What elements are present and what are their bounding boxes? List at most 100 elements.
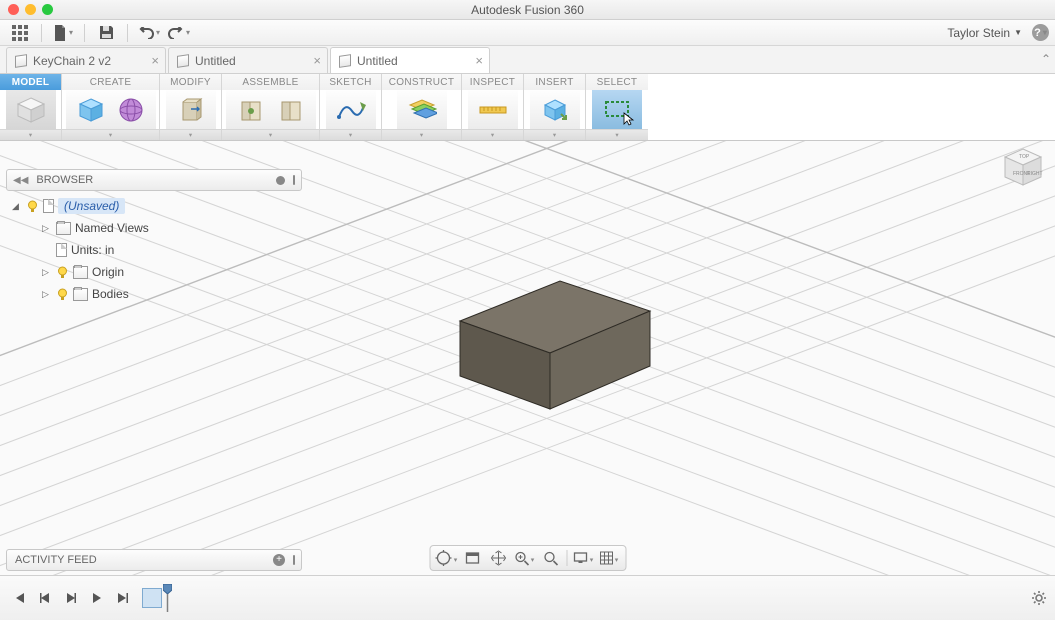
grid-settings-button[interactable] <box>597 547 621 569</box>
close-tab-button[interactable]: × <box>313 53 321 68</box>
tree-root[interactable]: ◢ (Unsaved) <box>12 195 302 217</box>
tree-item-origin[interactable]: ▷ Origin <box>12 261 302 283</box>
group-dropdown[interactable] <box>222 129 319 140</box>
pan-button[interactable] <box>486 547 510 569</box>
expand-icon[interactable]: ▷ <box>42 267 52 278</box>
zoom-button[interactable] <box>512 547 536 569</box>
bulb-icon[interactable] <box>56 288 69 301</box>
undo-button[interactable] <box>135 22 163 44</box>
group-dropdown[interactable] <box>586 129 648 140</box>
activity-feed-panel[interactable]: ACTIVITY FEED + <box>6 549 302 571</box>
component-icon <box>43 199 54 213</box>
workspace-label: MODEL <box>0 74 61 90</box>
group-dropdown[interactable] <box>62 129 159 140</box>
group-dropdown[interactable] <box>160 129 221 140</box>
press-pull-icon[interactable] <box>174 95 208 125</box>
timeline-settings-button[interactable] <box>1031 590 1047 606</box>
quick-access-toolbar: Taylor Stein▼ ? <box>0 20 1055 46</box>
group-dropdown[interactable] <box>462 129 523 140</box>
document-icon <box>56 243 67 257</box>
close-tab-button[interactable]: × <box>151 53 159 68</box>
expand-icon[interactable]: ▷ <box>42 289 52 300</box>
viewport[interactable]: FRONT RIGHT TOP ◀◀ BROWSER ◢ (Unsaved) ▷… <box>0 141 1055 575</box>
folder-icon <box>73 266 88 279</box>
view-cube[interactable]: FRONT RIGHT TOP <box>999 143 1047 191</box>
timeline-end-button[interactable] <box>112 584 134 612</box>
timeline-start-button[interactable] <box>8 584 30 612</box>
insert-derive-icon[interactable] <box>538 95 572 125</box>
document-tab-active[interactable]: Untitled × <box>330 47 490 73</box>
timeline-step-back-button[interactable] <box>34 584 56 612</box>
orbit-button[interactable] <box>434 547 458 569</box>
collapse-icon[interactable]: ◢ <box>12 201 22 212</box>
group-dropdown[interactable] <box>524 129 585 140</box>
document-tabs: KeyChain 2 v2 × Untitled × Untitled × ⌃ <box>0 46 1055 74</box>
workspace-selector[interactable]: MODEL <box>0 74 62 140</box>
group-label: INSPECT <box>462 74 523 90</box>
tab-label: Untitled <box>195 54 236 68</box>
joint-icon[interactable] <box>234 95 268 125</box>
help-button[interactable]: ? <box>1032 24 1049 41</box>
close-tab-button[interactable]: × <box>475 53 483 68</box>
redo-button[interactable] <box>165 22 193 44</box>
bulb-icon[interactable] <box>56 266 69 279</box>
ribbon-group-select: SELECT <box>586 74 648 140</box>
fit-button[interactable] <box>538 547 562 569</box>
expand-icon[interactable]: ▷ <box>42 223 52 234</box>
pin-icon[interactable] <box>293 175 295 185</box>
group-dropdown[interactable] <box>382 129 461 140</box>
app-title: Autodesk Fusion 360 <box>0 3 1055 17</box>
model-body-box[interactable] <box>440 251 670 421</box>
file-menu-button[interactable] <box>49 22 77 44</box>
select-window-icon[interactable] <box>600 95 634 125</box>
window-close-button[interactable] <box>8 4 19 15</box>
svg-text:RIGHT: RIGHT <box>1027 171 1043 177</box>
group-label: INSERT <box>524 74 585 90</box>
group-dropdown[interactable] <box>320 129 381 140</box>
bulb-icon[interactable] <box>26 200 39 213</box>
group-label: MODIFY <box>160 74 221 90</box>
window-controls <box>8 4 53 15</box>
timeline-play-button[interactable] <box>86 584 108 612</box>
as-built-joint-icon[interactable] <box>274 95 308 125</box>
window-maximize-button[interactable] <box>42 4 53 15</box>
timeline-marker[interactable] <box>163 584 172 612</box>
ribbon-group-create: CREATE <box>62 74 160 140</box>
save-button[interactable] <box>92 22 120 44</box>
expand-tabs-button[interactable]: ⌃ <box>1041 52 1051 66</box>
group-dropdown[interactable] <box>0 129 61 140</box>
tree-label: Bodies <box>92 287 129 301</box>
group-label: SELECT <box>586 74 648 90</box>
construction-plane-icon[interactable] <box>405 95 439 125</box>
tree-label: Origin <box>92 265 124 279</box>
tab-label: Untitled <box>357 54 398 68</box>
timeline-step-forward-button[interactable] <box>60 584 82 612</box>
tree-item-units[interactable]: Units: in <box>12 239 302 261</box>
tab-label: KeyChain 2 v2 <box>33 54 111 68</box>
browser-options-icon[interactable] <box>276 176 285 185</box>
add-icon[interactable]: + <box>273 554 285 566</box>
display-settings-button[interactable] <box>571 547 595 569</box>
ribbon-group-construct: CONSTRUCT <box>382 74 462 140</box>
workspace-cube-icon <box>14 95 48 125</box>
pin-icon[interactable] <box>293 555 295 565</box>
document-tab[interactable]: Untitled × <box>168 47 328 73</box>
look-at-button[interactable] <box>460 547 484 569</box>
box-primitive-icon[interactable] <box>74 95 108 125</box>
ribbon-group-sketch: SKETCH <box>320 74 382 140</box>
sphere-primitive-icon[interactable] <box>114 95 148 125</box>
user-menu[interactable]: Taylor Stein▼ <box>947 26 1022 40</box>
collapse-left-icon[interactable]: ◀◀ <box>13 175 28 186</box>
measure-icon[interactable] <box>476 95 510 125</box>
timeline-feature-box[interactable] <box>142 588 162 608</box>
window-minimize-button[interactable] <box>25 4 36 15</box>
browser-header[interactable]: ◀◀ BROWSER <box>6 169 302 191</box>
document-tab[interactable]: KeyChain 2 v2 × <box>6 47 166 73</box>
data-panel-button[interactable] <box>6 22 34 44</box>
sketch-spline-icon[interactable] <box>334 95 368 125</box>
tree-item-named-views[interactable]: ▷ Named Views <box>12 217 302 239</box>
browser-tree: ◢ (Unsaved) ▷ Named Views Units: in ▷ Or… <box>6 191 302 305</box>
tree-item-bodies[interactable]: ▷ Bodies <box>12 283 302 305</box>
navigation-toolbar <box>429 545 626 571</box>
browser-panel: ◀◀ BROWSER ◢ (Unsaved) ▷ Named Views Uni… <box>6 169 302 305</box>
